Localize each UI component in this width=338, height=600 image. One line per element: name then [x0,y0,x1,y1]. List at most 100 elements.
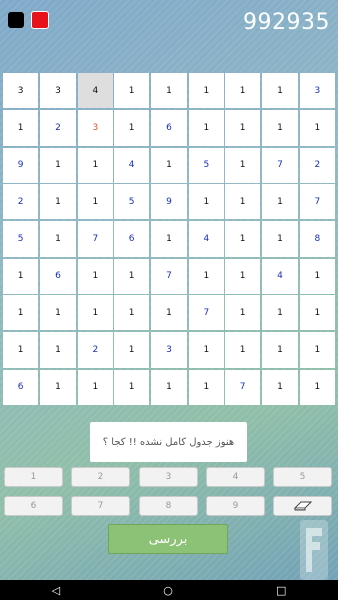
sudoku-cell[interactable]: 1 [40,332,76,368]
sudoku-cell[interactable]: 7 [225,369,261,405]
sudoku-cell[interactable]: 1 [3,110,39,146]
sudoku-cell[interactable]: 1 [262,110,298,146]
number-key[interactable]: 4 [206,467,265,487]
sudoku-cell[interactable]: 1 [151,295,187,331]
recents-icon[interactable]: □ [276,584,286,597]
sudoku-cell[interactable]: 1 [40,147,76,183]
sudoku-cell[interactable]: 1 [3,258,39,294]
sudoku-cell[interactable]: 3 [151,332,187,368]
sudoku-cell[interactable]: 9 [3,147,39,183]
sudoku-cell[interactable]: 1 [299,258,335,294]
red-square-icon[interactable] [31,11,49,29]
sudoku-cell[interactable]: 1 [114,332,150,368]
sudoku-cell[interactable]: 1 [225,221,261,257]
sudoku-cell[interactable]: 1 [40,221,76,257]
sudoku-cell[interactable]: 1 [225,147,261,183]
sudoku-cell[interactable]: 3 [77,110,113,146]
sudoku-cell[interactable]: 2 [77,332,113,368]
sudoku-cell[interactable]: 1 [77,147,113,183]
sudoku-cell[interactable]: 1 [77,295,113,331]
sudoku-cell[interactable]: 1 [151,147,187,183]
number-key[interactable]: 5 [273,467,332,487]
sudoku-cell[interactable]: 1 [262,369,298,405]
sudoku-cell[interactable]: 1 [151,73,187,109]
sudoku-cell[interactable]: 6 [40,258,76,294]
sudoku-cell[interactable]: 1 [188,184,224,220]
sudoku-cell[interactable]: 1 [77,258,113,294]
sudoku-cell[interactable]: 1 [225,73,261,109]
sudoku-cell[interactable]: 5 [188,147,224,183]
sudoku-cell[interactable]: 1 [151,369,187,405]
sudoku-cell[interactable]: 1 [262,73,298,109]
sudoku-cell[interactable]: 4 [262,258,298,294]
sudoku-cell[interactable]: 7 [262,147,298,183]
sudoku-cell[interactable]: 4 [188,221,224,257]
sudoku-cell[interactable]: 1 [77,369,113,405]
number-key[interactable]: 1 [4,467,63,487]
sudoku-cell[interactable]: 4 [77,73,113,109]
sudoku-cell[interactable]: 1 [299,110,335,146]
sudoku-cell[interactable]: 1 [299,295,335,331]
sudoku-cell[interactable]: 7 [188,295,224,331]
sudoku-cell[interactable]: 1 [225,110,261,146]
sudoku-cell[interactable]: 8 [299,221,335,257]
sudoku-cell[interactable]: 1 [40,369,76,405]
sudoku-cell[interactable]: 1 [262,221,298,257]
sudoku-cell[interactable]: 1 [151,221,187,257]
sudoku-box: 117131111 [114,295,224,405]
sudoku-cell[interactable]: 1 [262,184,298,220]
sudoku-cell[interactable]: 1 [3,332,39,368]
sudoku-box: 111111711 [225,295,335,405]
sudoku-cell[interactable]: 1 [114,73,150,109]
sudoku-cell[interactable]: 3 [40,73,76,109]
sudoku-cell[interactable]: 2 [40,110,76,146]
sudoku-cell[interactable]: 1 [188,258,224,294]
number-key[interactable]: 8 [139,496,198,516]
sudoku-cell[interactable]: 1 [40,184,76,220]
number-key[interactable]: 2 [71,467,130,487]
sudoku-cell[interactable]: 1 [299,369,335,405]
home-icon[interactable]: ○ [163,584,173,597]
sudoku-cell[interactable]: 1 [188,110,224,146]
sudoku-cell[interactable]: 1 [77,184,113,220]
sudoku-cell[interactable]: 1 [114,295,150,331]
sudoku-cell[interactable]: 6 [151,110,187,146]
sudoku-cell[interactable]: 1 [225,258,261,294]
eraser-button[interactable] [273,496,332,516]
sudoku-cell[interactable]: 1 [225,332,261,368]
number-key[interactable]: 7 [71,496,130,516]
sudoku-cell[interactable]: 3 [299,73,335,109]
sudoku-cell[interactable]: 1 [40,295,76,331]
sudoku-cell[interactable]: 4 [114,147,150,183]
sudoku-box: 113111172 [225,73,335,183]
sudoku-cell[interactable]: 1 [225,295,261,331]
sudoku-cell[interactable]: 7 [151,258,187,294]
sudoku-cell[interactable]: 1 [188,332,224,368]
sudoku-cell[interactable]: 6 [114,221,150,257]
check-button[interactable]: بررسی [108,524,228,554]
black-square-icon[interactable] [8,12,24,28]
sudoku-cell[interactable]: 2 [299,147,335,183]
sudoku-cell[interactable]: 6 [3,369,39,405]
sudoku-cell[interactable]: 1 [114,110,150,146]
number-key[interactable]: 3 [139,467,198,487]
number-key[interactable]: 6 [4,496,63,516]
sudoku-cell[interactable]: 1 [188,369,224,405]
sudoku-cell[interactable]: 1 [262,332,298,368]
back-icon[interactable]: ◁ [52,584,60,597]
sudoku-cell[interactable]: 1 [188,73,224,109]
sudoku-cell[interactable]: 5 [114,184,150,220]
sudoku-cell[interactable]: 7 [299,184,335,220]
sudoku-cell[interactable]: 1 [299,332,335,368]
sudoku-cell[interactable]: 2 [3,184,39,220]
sudoku-cell[interactable]: 3 [3,73,39,109]
sudoku-cell[interactable]: 1 [225,184,261,220]
number-key[interactable]: 9 [206,496,265,516]
sudoku-cell[interactable]: 1 [114,258,150,294]
sudoku-cell[interactable]: 1 [262,295,298,331]
sudoku-cell[interactable]: 1 [114,369,150,405]
sudoku-cell[interactable]: 5 [3,221,39,257]
sudoku-cell[interactable]: 1 [3,295,39,331]
sudoku-cell[interactable]: 9 [151,184,187,220]
sudoku-cell[interactable]: 7 [77,221,113,257]
